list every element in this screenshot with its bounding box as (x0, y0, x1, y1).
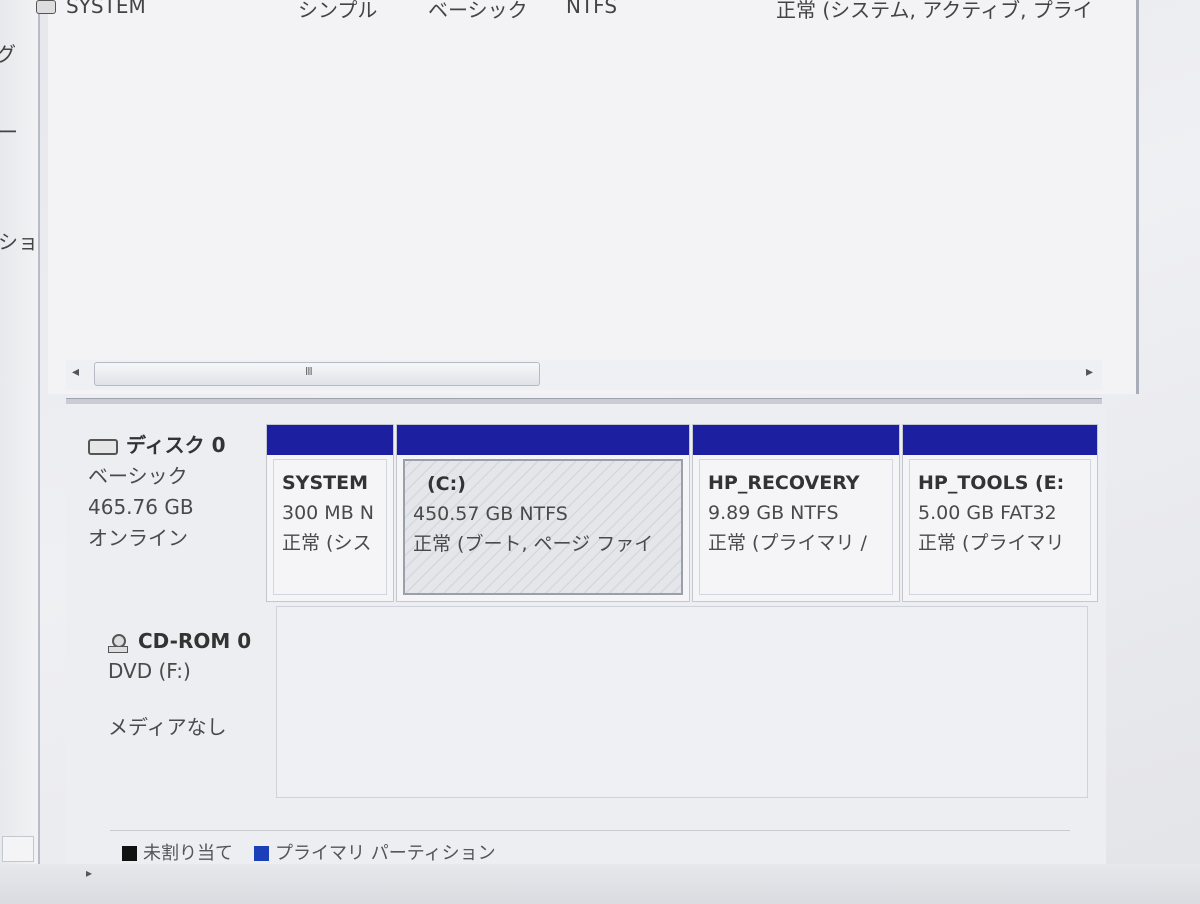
left-nav-pane: グ ー ショ (0, 0, 40, 904)
scrollbar-thumb[interactable]: III (94, 362, 540, 386)
partition-bar (267, 425, 393, 455)
bottom-scroll-icon[interactable]: ▸ (86, 866, 92, 880)
disk0-name: ディスク 0 (126, 433, 226, 457)
horizontal-scrollbar[interactable]: ◂ III ▸ (66, 360, 1102, 390)
volume-disk-icon (36, 0, 56, 14)
partition-name: SYSTEM (282, 472, 368, 494)
partition-hp-recovery[interactable]: HP_RECOVERY 9.89 GB NTFS 正常 (プライマリ / (692, 424, 900, 602)
legend-item-primary: プライマリ パーティション (254, 839, 496, 865)
legend-label: 未割り当て (143, 843, 233, 864)
legend-swatch (122, 846, 137, 861)
graphical-disk-pane: ディスク 0 ベーシック 465.76 GB オンライン SYSTEM 300 … (66, 404, 1106, 864)
cdrom-icon (108, 633, 128, 653)
partition-c[interactable]: (C:) 450.57 GB NTFS 正常 (ブート, ページ ファイ (396, 424, 690, 602)
volume-name: SYSTEM (66, 0, 146, 18)
partition-system[interactable]: SYSTEM 300 MB N 正常 (シス (266, 424, 394, 602)
partition-size: 300 MB N (282, 502, 374, 524)
nav-item-2[interactable]: ー (0, 116, 38, 145)
cdrom-name: CD-ROM 0 (138, 629, 252, 653)
partition-name: (C:) (427, 473, 466, 495)
partition-bar (397, 425, 689, 455)
partition-bar (903, 425, 1097, 455)
partition-name: HP_RECOVERY (708, 472, 860, 494)
disk0-status: オンライン (88, 526, 188, 550)
volume-layout: シンプル (298, 0, 378, 22)
partition-size: 9.89 GB NTFS (708, 502, 839, 524)
scroll-left-icon[interactable]: ◂ (72, 364, 79, 380)
partition-bar (693, 425, 899, 455)
volume-list-pane: SYSTEM シンプル ベーシック NTFS 正常 (システム, アクティブ, … (36, 0, 1139, 394)
cdrom-area[interactable] (276, 606, 1088, 798)
partition-name: HP_TOOLS (E: (918, 472, 1065, 494)
legend-label: プライマリ パーティション (275, 843, 496, 864)
scrollbar-grip-icon: III (305, 365, 313, 378)
disk-management-window: グ ー ショ SYSTEM シンプル ベーシック NTFS 正常 (システム, … (0, 0, 1200, 904)
partition-size: 5.00 GB FAT32 (918, 502, 1057, 524)
partition-hp-tools[interactable]: HP_TOOLS (E: 5.00 GB FAT32 正常 (プライマリ (902, 424, 1098, 602)
volume-list-row[interactable]: SYSTEM シンプル ベーシック NTFS 正常 (システム, アクティブ, … (36, 0, 1136, 22)
partition-hp-tools-body: HP_TOOLS (E: 5.00 GB FAT32 正常 (プライマリ (909, 459, 1091, 595)
nav-item-1[interactable]: グ (0, 38, 38, 67)
nav-item-3[interactable]: ショ (0, 226, 38, 255)
scroll-right-icon[interactable]: ▸ (1086, 364, 1093, 380)
volume-type: ベーシック (428, 0, 528, 22)
partition-size: 450.57 GB NTFS (413, 503, 568, 525)
partition-status: 正常 (プライマリ (918, 532, 1065, 554)
legend-item-unallocated: 未割り当て (122, 839, 233, 865)
disk0-size: 465.76 GB (88, 495, 194, 519)
partition-status: 正常 (ブート, ページ ファイ (413, 533, 654, 555)
partition-hp-recovery-body: HP_RECOVERY 9.89 GB NTFS 正常 (プライマリ / (699, 459, 893, 595)
partition-system-body: SYSTEM 300 MB N 正常 (シス (273, 459, 387, 595)
partition-status: 正常 (シス (282, 532, 372, 554)
disk-icon (88, 438, 118, 455)
cdrom-drive: DVD (F:) (108, 659, 191, 683)
cdrom-status: メディアなし (108, 715, 227, 739)
partition-c-body: (C:) 450.57 GB NTFS 正常 (ブート, ページ ファイ (403, 459, 683, 595)
partition-status: 正常 (プライマリ / (708, 532, 867, 554)
bottom-bar: ▸ (0, 864, 1200, 904)
disk0-info[interactable]: ディスク 0 ベーシック 465.76 GB オンライン (88, 430, 225, 554)
volume-filesystem: NTFS (566, 0, 618, 18)
disk0-type: ベーシック (88, 464, 188, 488)
legend-swatch (254, 846, 269, 861)
legend: 未割り当て プライマリ パーティション (110, 830, 1070, 865)
nav-scroll-box[interactable] (2, 836, 34, 862)
volume-status: 正常 (システム, アクティブ, プライ (776, 0, 1093, 22)
cdrom-info[interactable]: CD-ROM 0 DVD (F:) メディアなし (108, 626, 251, 742)
